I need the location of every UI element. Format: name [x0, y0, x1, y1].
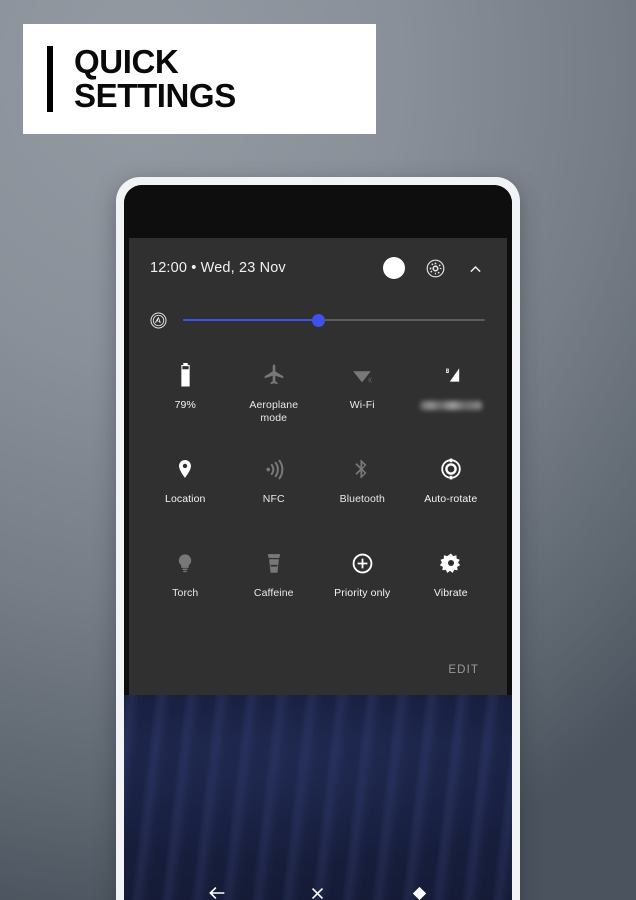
priority-only-icon — [352, 550, 373, 576]
tile-label: Aeroplane mode — [249, 399, 299, 425]
close-button[interactable] — [301, 876, 335, 900]
tile-label: Vibrate — [433, 587, 468, 599]
tile-row: Torch Caffeine Priority only Vibrate — [141, 536, 495, 630]
airplane-icon — [262, 362, 286, 388]
tile-row: 79% Aeroplane mode ((Wi-Fi — [141, 348, 495, 442]
tile-label-redacted — [419, 401, 482, 410]
nfc-icon — [262, 456, 285, 482]
title-line-2: SETTINGS — [74, 77, 236, 114]
wallpaper — [124, 695, 512, 900]
status-bar — [124, 185, 512, 238]
quick-settings-tiles: 79% Aeroplane mode ((Wi-Fi Location NFC… — [129, 348, 507, 630]
tile-bluetooth[interactable]: Bluetooth — [318, 442, 407, 536]
torch-icon — [174, 550, 196, 576]
recents-button[interactable] — [402, 876, 436, 900]
tile-row: Location NFC Bluetooth Auto-rotate — [141, 442, 495, 536]
brightness-slider-row[interactable] — [129, 298, 507, 342]
svg-text:((: (( — [369, 378, 373, 384]
tile-vibrate[interactable]: Vibrate — [407, 536, 496, 630]
tile-label: Torch — [172, 587, 199, 599]
chevron-up-icon[interactable] — [466, 259, 485, 278]
auto-brightness-icon[interactable] — [150, 311, 167, 329]
user-avatar-icon[interactable] — [383, 257, 405, 279]
tile-location[interactable]: Location — [141, 442, 230, 536]
phone-screen: 12:00 • Wed, 23 Nov 79% Aeroplane mode (… — [124, 185, 512, 900]
tile-label: Bluetooth — [339, 493, 385, 505]
battery-icon — [178, 362, 193, 388]
tile-label: Auto-rotate — [424, 493, 478, 505]
tile-wifi[interactable]: (( Wi-Fi — [318, 348, 407, 442]
tile-torch[interactable]: Torch — [141, 536, 230, 630]
recents-diamond-icon — [412, 886, 426, 900]
tile-label: Priority only — [334, 587, 391, 599]
phone-device: 12:00 • Wed, 23 Nov 79% Aeroplane mode (… — [116, 177, 520, 900]
tile-nfc[interactable]: NFC — [230, 442, 319, 536]
tile-label: Wi-Fi — [349, 399, 375, 411]
navigation-bar — [124, 869, 512, 900]
tile-label: Caffeine — [253, 587, 294, 599]
tile-priority-only[interactable]: Priority only — [318, 536, 407, 630]
title-accent-bar — [47, 46, 53, 112]
back-icon — [208, 887, 224, 899]
tile-mobile-network[interactable] — [407, 348, 496, 442]
coffee-cup-icon — [264, 550, 284, 576]
slider-thumb[interactable] — [312, 313, 326, 327]
brightness-slider[interactable] — [183, 313, 485, 327]
title-banner: QUICK SETTINGS — [23, 24, 376, 134]
auto-rotate-icon — [440, 456, 462, 482]
quick-settings-footer: EDIT — [129, 645, 507, 695]
location-pin-icon — [174, 456, 196, 482]
quick-settings-header: 12:00 • Wed, 23 Nov — [129, 238, 507, 298]
title-line-1: QUICK — [74, 42, 179, 80]
datetime-label: 12:00 • Wed, 23 Nov — [150, 260, 286, 276]
vibrate-icon — [439, 550, 462, 576]
quick-settings-panel: 12:00 • Wed, 23 Nov 79% Aeroplane mode (… — [129, 238, 507, 695]
tile-aeroplane-mode[interactable]: Aeroplane mode — [230, 348, 319, 442]
tile-caffeine[interactable]: Caffeine — [230, 536, 319, 630]
bluetooth-icon — [351, 456, 373, 482]
back-button[interactable] — [200, 876, 234, 900]
tile-label: Location — [165, 493, 206, 505]
tile-label: NFC — [262, 493, 285, 505]
slider-fill — [183, 319, 319, 321]
wifi-icon: (( — [350, 362, 374, 388]
tile-label: 79% — [174, 399, 196, 411]
tile-auto-rotate[interactable]: Auto-rotate — [407, 442, 496, 536]
header-actions — [383, 257, 485, 279]
mobile-signal-icon — [439, 362, 463, 388]
edit-button[interactable]: EDIT — [448, 664, 479, 676]
close-icon — [312, 887, 324, 899]
gear-icon[interactable] — [426, 259, 445, 278]
tile-battery[interactable]: 79% — [141, 348, 230, 442]
page-title: QUICK SETTINGS — [74, 42, 236, 114]
